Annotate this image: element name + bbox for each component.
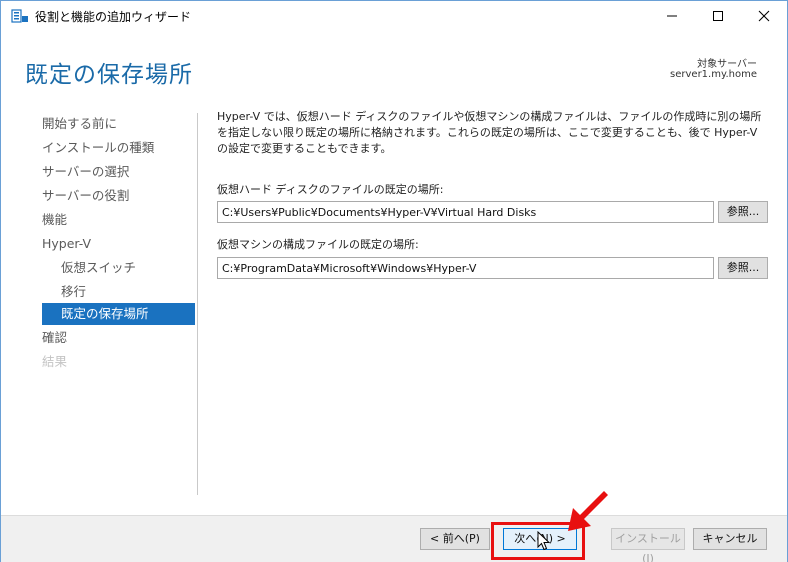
nav-item-results: 結果 bbox=[42, 354, 68, 369]
vm-config-browse-button[interactable]: 参照... bbox=[718, 257, 768, 279]
maximize-icon bbox=[713, 11, 723, 21]
vm-config-location-label: 仮想マシンの構成ファイルの既定の場所: bbox=[217, 238, 419, 251]
nav-item-server-selection[interactable]: サーバーの選択 bbox=[42, 161, 129, 183]
nav-item-hyper-v[interactable]: Hyper-V bbox=[42, 233, 91, 255]
nav-divider bbox=[197, 113, 198, 495]
target-server-name: server1.my.home bbox=[670, 69, 757, 80]
footer-bar: < 前へ(P) 次へ(N) > インストール(I) キャンセル bbox=[1, 515, 787, 562]
minimize-button[interactable] bbox=[649, 1, 695, 31]
close-button[interactable] bbox=[741, 1, 787, 31]
server-manager-icon bbox=[11, 9, 28, 23]
vhd-location-input[interactable] bbox=[217, 201, 714, 223]
mouse-pointer-icon bbox=[537, 531, 551, 551]
nav-item-default-stores[interactable]: 既定の保存場所 bbox=[42, 303, 195, 325]
red-pointer-arrow-icon bbox=[568, 491, 608, 531]
nav-item-server-roles[interactable]: サーバーの役割 bbox=[42, 185, 129, 207]
description-text: Hyper-V では、仮想ハード ディスクのファイルや仮想マシンの構成ファイルは… bbox=[217, 110, 762, 155]
cancel-button[interactable]: キャンセル bbox=[693, 528, 767, 550]
nav-item-installation-type[interactable]: インストールの種類 bbox=[42, 137, 154, 159]
close-icon bbox=[758, 10, 770, 22]
title-bar: 役割と機能の追加ウィザード bbox=[1, 1, 787, 31]
previous-button[interactable]: < 前へ(P) bbox=[420, 528, 490, 550]
vm-config-location-input[interactable] bbox=[217, 257, 714, 279]
vhd-browse-button[interactable]: 参照... bbox=[718, 201, 768, 223]
nav-item-virtual-switches[interactable]: 仮想スイッチ bbox=[61, 257, 136, 279]
window-title: 役割と機能の追加ウィザード bbox=[35, 10, 192, 24]
vhd-location-label: 仮想ハード ディスクのファイルの既定の場所: bbox=[217, 183, 444, 196]
nav-item-before-you-begin[interactable]: 開始する前に bbox=[42, 113, 117, 135]
wizard-window: 役割と機能の追加ウィザード 既定の保存場所 対象サーバー server1.my.… bbox=[0, 0, 788, 562]
target-server-label: 対象サーバー bbox=[697, 59, 757, 70]
maximize-button[interactable] bbox=[695, 1, 741, 31]
nav-item-migration[interactable]: 移行 bbox=[61, 281, 86, 303]
page-title: 既定の保存場所 bbox=[25, 62, 193, 88]
install-button: インストール(I) bbox=[611, 528, 685, 562]
nav-item-features[interactable]: 機能 bbox=[42, 209, 67, 231]
nav-item-confirmation[interactable]: 確認 bbox=[42, 327, 67, 349]
minimize-icon bbox=[667, 15, 677, 17]
